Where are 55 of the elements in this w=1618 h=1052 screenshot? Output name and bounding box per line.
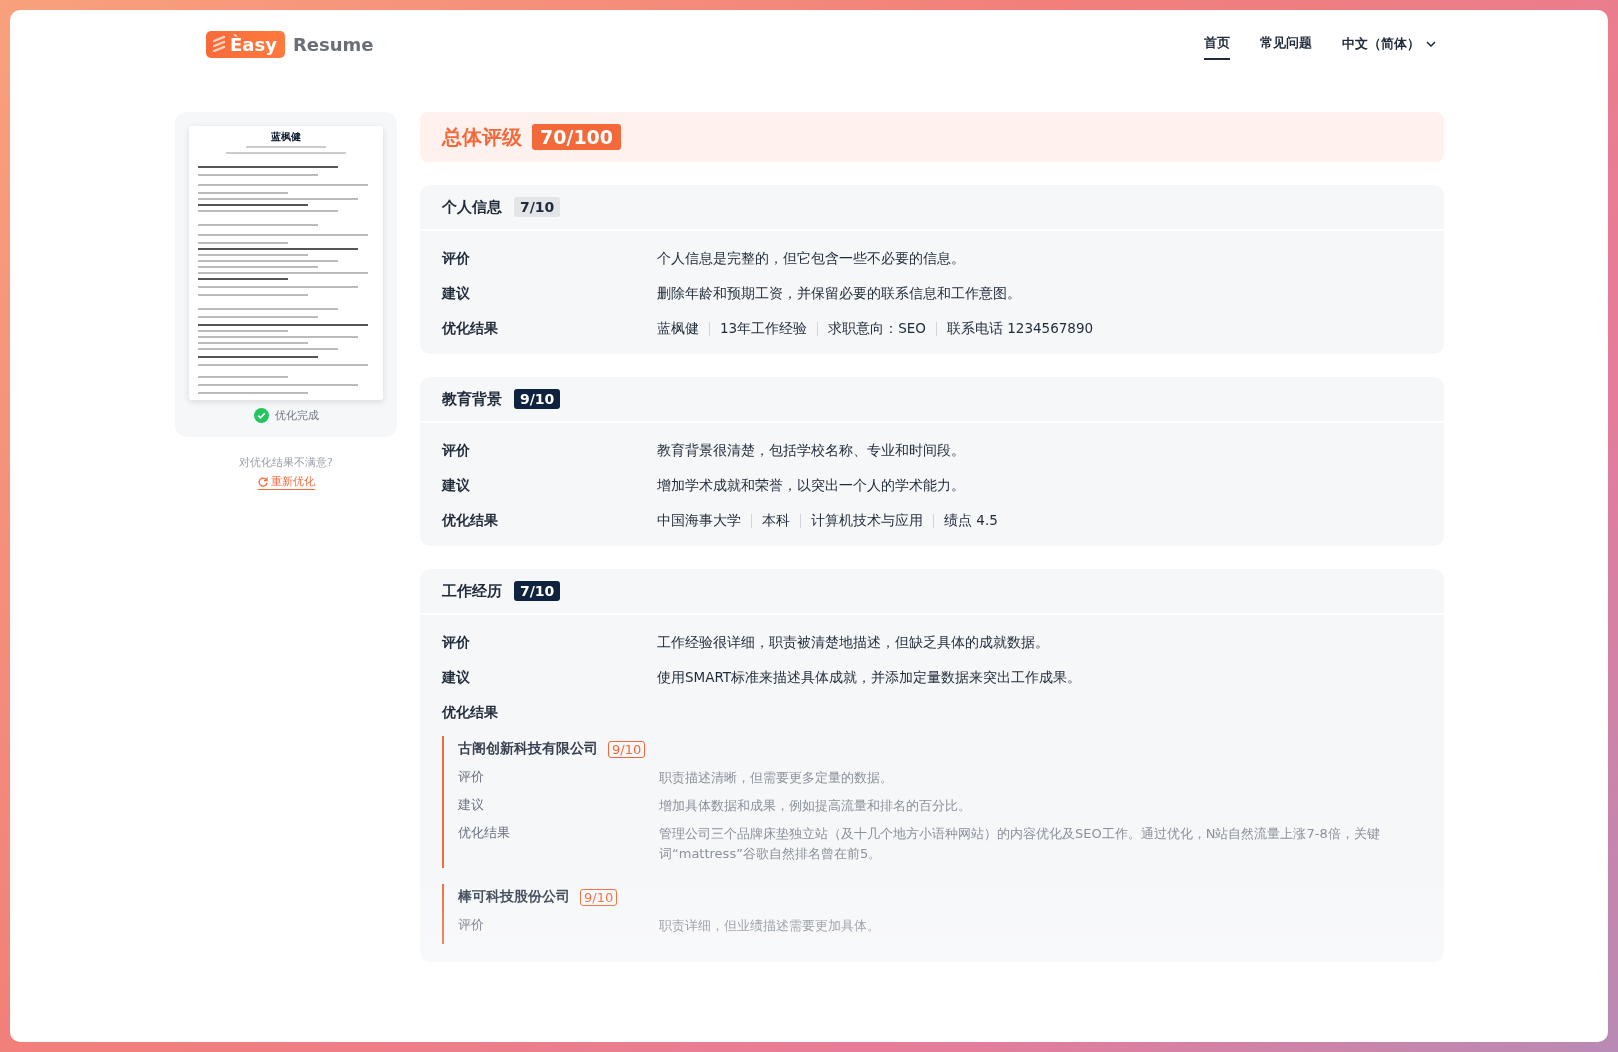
field-label: 建议	[458, 796, 485, 814]
nav-link[interactable]: 首页	[1204, 28, 1230, 60]
overall-score: 70/100	[532, 124, 622, 150]
field-label: 评价	[442, 633, 471, 652]
section-title: 个人信息	[442, 197, 502, 217]
section-title: 教育背景	[442, 389, 502, 409]
result-item: 13年工作经验	[720, 319, 808, 338]
overall-label: 总体评级	[442, 123, 522, 151]
refresh-icon	[257, 476, 268, 487]
field-label: 建议	[442, 476, 471, 495]
result-item: 求职意向：SEO	[828, 319, 926, 338]
field-text: 职责描述清晰，但需要更多定量的数据。	[659, 769, 893, 787]
field-label: 建议	[442, 284, 471, 303]
result-item: 本科	[762, 511, 790, 530]
field-text: 个人信息是完整的，但它包含一些不必要的信息。	[657, 249, 965, 268]
company-name: 古阁创新科技有限公司	[458, 740, 598, 758]
score-badge: 7/10	[514, 581, 561, 601]
field-label: 优化结果	[442, 319, 499, 338]
field-label: 优化结果	[442, 511, 499, 530]
result-item: 联系电话 1234567890	[946, 319, 1094, 338]
prompt-text: 对优化结果不满意?	[239, 455, 333, 470]
check-circle-icon	[253, 408, 269, 423]
score-badge: 9/10	[514, 389, 561, 409]
field-text: 增加具体数据和成果，例如提高流量和排名的百分比。	[659, 797, 971, 815]
company-name: 棒可科技股份公司	[458, 888, 570, 906]
field-label: 建议	[442, 668, 471, 687]
result-item: 中国海事大学	[657, 511, 741, 530]
field-text: 教育背景很清楚，包括学校名称、专业和时间段。	[657, 441, 965, 460]
company-score: 9/10	[608, 740, 646, 758]
field-label: 评价	[458, 916, 485, 934]
field-text: 增加学术成就和荣誉，以突出一个人的学术能力。	[657, 476, 965, 495]
field-label: 评价	[458, 768, 485, 786]
resume-name: 蓝枫健	[271, 130, 301, 144]
result-item: 蓝枫健	[657, 319, 699, 338]
result-item: 绩点 4.5	[944, 511, 998, 530]
field-text: 管理公司三个品牌床垫独立站（及十几个地方小语种网站）的内容优化及SEO工作。通过优化，N站自然流量上涨7-8倍，关键词“mattress”谷歌自然排名曾在前5。	[659, 825, 1381, 863]
language-select[interactable]: 中文（简体）	[1342, 29, 1436, 59]
field-label: 优化结果	[458, 824, 511, 842]
field-label: 优化结果	[442, 703, 499, 722]
stripes-icon	[212, 36, 226, 52]
field-text: 工作经验很详细，职责被清楚地描述，但缺乏具体的成就数据。	[657, 633, 1049, 652]
logo-text: Èasy	[230, 33, 277, 55]
company-score: 9/10	[580, 888, 618, 906]
field-text: 删除年龄和预期工资，并保留必要的联系信息和工作意图。	[657, 284, 1021, 303]
field-label: 评价	[442, 249, 471, 268]
field-text: 使用SMART标准来描述具体成就，并添加定量数据来突出工作成果。	[657, 668, 1082, 687]
section-title: 工作经历	[442, 581, 502, 601]
score-badge: 7/10	[514, 197, 561, 217]
status-text: 优化完成	[274, 408, 319, 423]
field-text: 职责详细，但业绩描述需要更加具体。	[659, 917, 880, 935]
chevron-down-icon	[1426, 41, 1436, 47]
nav-link[interactable]: 常见问题	[1260, 28, 1312, 60]
field-label: 评价	[442, 441, 471, 460]
logo-text: Resume	[292, 33, 374, 55]
result-item: 计算机技术与应用	[811, 511, 923, 530]
